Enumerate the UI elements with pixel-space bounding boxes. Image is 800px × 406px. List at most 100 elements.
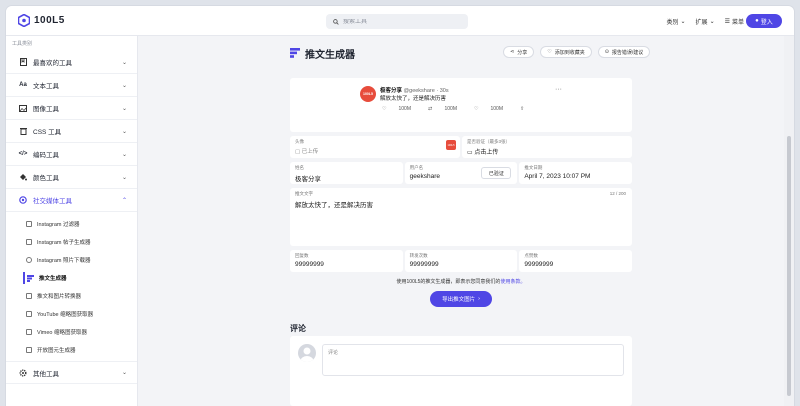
trash-icon bbox=[19, 127, 27, 135]
image-icon bbox=[19, 104, 27, 112]
username-field[interactable]: 用户名 geekshare 已验证 bbox=[404, 162, 518, 184]
date-field[interactable]: 推文日期 April 7, 2023 10:07 PM bbox=[519, 162, 633, 184]
chevron-down-icon: ⌄ bbox=[680, 19, 686, 25]
heart-icon: ♡ bbox=[547, 49, 552, 55]
sidebar-item-instagram-download[interactable]: Instagram 照片下载器 bbox=[6, 251, 137, 269]
image-icon bbox=[26, 221, 32, 227]
add-favorite-button[interactable]: ♡ 添加到收藏夹 bbox=[540, 46, 592, 58]
field-row-identity: 姓名 极客分享 用户名 geekshare 已验证 推文日期 April 7, … bbox=[290, 162, 633, 184]
sidebar-group-code[interactable]: </> 编码工具 ⌄ bbox=[6, 143, 137, 166]
social-icon bbox=[19, 196, 27, 204]
replies-field[interactable]: 回复数 99999999 bbox=[290, 250, 403, 272]
login-button[interactable]: ● 登入 bbox=[746, 14, 782, 28]
bookmark-icon bbox=[19, 58, 27, 66]
sidebar-title: 工具类别 bbox=[12, 41, 33, 47]
logo[interactable]: 100L5 bbox=[18, 14, 65, 27]
search-bar[interactable] bbox=[326, 14, 468, 29]
user-icon: ● bbox=[755, 18, 759, 24]
tweet-generator-icon bbox=[290, 47, 300, 60]
tweet-stat-likes-2: ♡ 100M bbox=[474, 106, 504, 112]
sidebar-group-social[interactable]: 社交媒体工具 ⌃ bbox=[6, 189, 137, 212]
top-nav: 类别 ⌄ 扩展 ⌄ ☰ 菜单 bbox=[667, 17, 745, 26]
app-window: 100L5 类别⌄ 扩展⌄ ☰菜单 ● 登入 工具类别 最喜欢的工具 ⌄ Aa bbox=[6, 6, 794, 406]
convert-icon bbox=[26, 293, 32, 299]
replies-value: 99999999 bbox=[295, 261, 324, 268]
sidebar-item-instagram-filter[interactable]: Instagram 过滤器 bbox=[6, 215, 137, 233]
sidebar-item-youtube-thumbnail[interactable]: YouTube 缩略图获取器 bbox=[6, 305, 137, 323]
heart-icon: ♡ bbox=[382, 106, 387, 112]
chevron-down-icon: ⌄ bbox=[121, 151, 127, 158]
post-icon bbox=[26, 239, 32, 245]
file-icon: ▢ bbox=[295, 149, 302, 155]
instagram-icon bbox=[26, 257, 32, 263]
paint-bucket-icon bbox=[19, 173, 27, 181]
heart-icon: ♡ bbox=[474, 106, 479, 112]
top-bar: 100L5 类别⌄ 扩展⌄ ☰菜单 ● 登入 bbox=[6, 6, 794, 36]
name-value: 极客分享 bbox=[295, 176, 321, 183]
sidebar-item-tweet-to-image[interactable]: 推文和图片转换器 bbox=[6, 287, 137, 305]
comment-input[interactable] bbox=[323, 345, 623, 375]
tweet-content-field[interactable]: 推文文字 12 / 200 解放太快了，还是解决历害 bbox=[290, 188, 632, 246]
sidebar-group-other[interactable]: 其他工具 ⌄ bbox=[6, 361, 137, 384]
code-icon: </> bbox=[18, 151, 28, 157]
chevron-down-icon: ⌄ bbox=[121, 128, 127, 135]
sidebar: 工具类别 最喜欢的工具 ⌄ Aa 文本工具 ⌄ 图像工具 ⌄ CSS 工具 ⌄ … bbox=[6, 36, 138, 406]
likes-field[interactable]: 点赞数 99999999 bbox=[519, 250, 633, 272]
avatar-thumbnail[interactable]: 100L5 bbox=[446, 140, 456, 150]
terms-link[interactable]: 使用条款。 bbox=[500, 279, 525, 285]
terms-note: 使用100L5的推文生成器，即表示您同意我们的使用条款。 bbox=[396, 279, 526, 285]
share-icon: ⋖ bbox=[510, 49, 515, 55]
export-tweet-image-button[interactable]: 导出推文图片 › bbox=[430, 291, 492, 307]
comments-panel bbox=[290, 336, 632, 406]
chevron-down-icon: ⌄ bbox=[121, 105, 127, 112]
tweet-stat-likes: ♡ 100M bbox=[382, 106, 412, 112]
upload-icon: ⇪ bbox=[520, 106, 525, 112]
nav-categories[interactable]: 类别 ⌄ bbox=[667, 17, 686, 26]
char-counter: 12 / 200 bbox=[609, 191, 626, 196]
chevron-down-icon: ⌄ bbox=[121, 370, 127, 376]
chevron-up-icon: ⌃ bbox=[121, 197, 127, 204]
sidebar-group-text[interactable]: Aa 文本工具 ⌄ bbox=[6, 74, 137, 97]
verify-upload-field[interactable]: 是否验证（最多3张） ▭ 点击上传 bbox=[462, 136, 632, 158]
retweets-value: 99999999 bbox=[409, 261, 439, 268]
verified-toggle-button[interactable]: 已验证 bbox=[481, 167, 512, 179]
verify-upload-button[interactable]: ▭ 点击上传 bbox=[467, 147, 498, 156]
share-button[interactable]: ⋖ 分享 bbox=[503, 46, 535, 58]
chevron-down-icon: ⌄ bbox=[121, 82, 127, 89]
chevron-down-icon: ⌄ bbox=[121, 59, 127, 66]
field-row-counts: 回复数 99999999 转发次数 99999999 点赞数 99999999 bbox=[290, 250, 633, 272]
sidebar-group-color[interactable]: 颜色工具 ⌄ bbox=[6, 166, 137, 189]
page-title: 推文生成器 bbox=[305, 50, 355, 61]
nav-extensions[interactable]: 扩展 ⌄ bbox=[696, 17, 715, 26]
page-header: 推文生成器 bbox=[290, 46, 355, 61]
sidebar-sub-list: Instagram 过滤器 Instagram 帖子生成器 Instagram … bbox=[6, 212, 137, 359]
sidebar-item-vimeo-thumbnail[interactable]: Vimeo 缩略图获取器 bbox=[6, 323, 137, 341]
chevron-right-icon: › bbox=[478, 296, 480, 302]
report-button[interactable]: ⊙ 报告错误/建议 bbox=[597, 46, 651, 58]
text-icon: Aa bbox=[19, 82, 27, 88]
avatar-field[interactable]: 头像 ▢ 已上传 100L5 bbox=[290, 136, 460, 158]
sidebar-item-tweet-generator[interactable]: 推文生成器 bbox=[6, 269, 137, 287]
sidebar-group-image[interactable]: 图像工具 ⌄ bbox=[6, 97, 137, 120]
logo-hexagon-icon bbox=[18, 14, 30, 27]
search-icon bbox=[333, 18, 339, 25]
scrollbar-thumb[interactable] bbox=[787, 136, 791, 396]
main-content: 推文生成器 ⋖ 分享 ♡ 添加到收藏夹 ⊙ 报告错误/建议 100L5 极客分享 @g… bbox=[138, 36, 784, 406]
more-icon: ··· bbox=[555, 86, 562, 93]
retweets-field[interactable]: 转发次数 99999999 bbox=[404, 250, 518, 272]
comment-box bbox=[322, 344, 624, 376]
retweet-icon: ⇄ bbox=[428, 106, 433, 112]
chevron-down-icon: ⌄ bbox=[709, 19, 715, 25]
name-field[interactable]: 姓名 极客分享 bbox=[290, 162, 403, 184]
likes-value: 99999999 bbox=[524, 261, 554, 268]
sidebar-group-favorites[interactable]: 最喜欢的工具 ⌄ bbox=[6, 51, 137, 74]
username-value: geekshare bbox=[409, 173, 441, 180]
sidebar-item-open-graph[interactable]: 开放图元生成器 bbox=[6, 341, 137, 359]
sidebar-item-instagram-post[interactable]: Instagram 帖子生成器 bbox=[6, 233, 137, 251]
tweet-header: 极客分享 @geekshare · 30s bbox=[380, 86, 449, 94]
sidebar-group-css[interactable]: CSS 工具 ⌄ bbox=[6, 120, 137, 143]
tweet-generator-icon bbox=[26, 274, 34, 282]
scrollbar[interactable] bbox=[784, 36, 794, 406]
nav-menu[interactable]: ☰ 菜单 bbox=[725, 17, 744, 26]
search-input[interactable] bbox=[343, 18, 453, 25]
